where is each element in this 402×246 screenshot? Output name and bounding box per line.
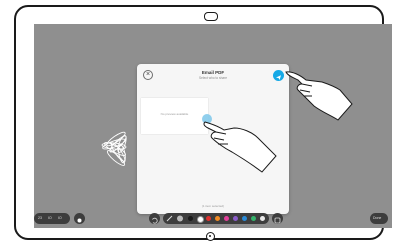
hand-pointer-icon <box>203 121 277 173</box>
home-button[interactable] <box>206 232 215 241</box>
hand-pointer-icon <box>285 71 353 121</box>
gesture-hands <box>203 71 353 173</box>
